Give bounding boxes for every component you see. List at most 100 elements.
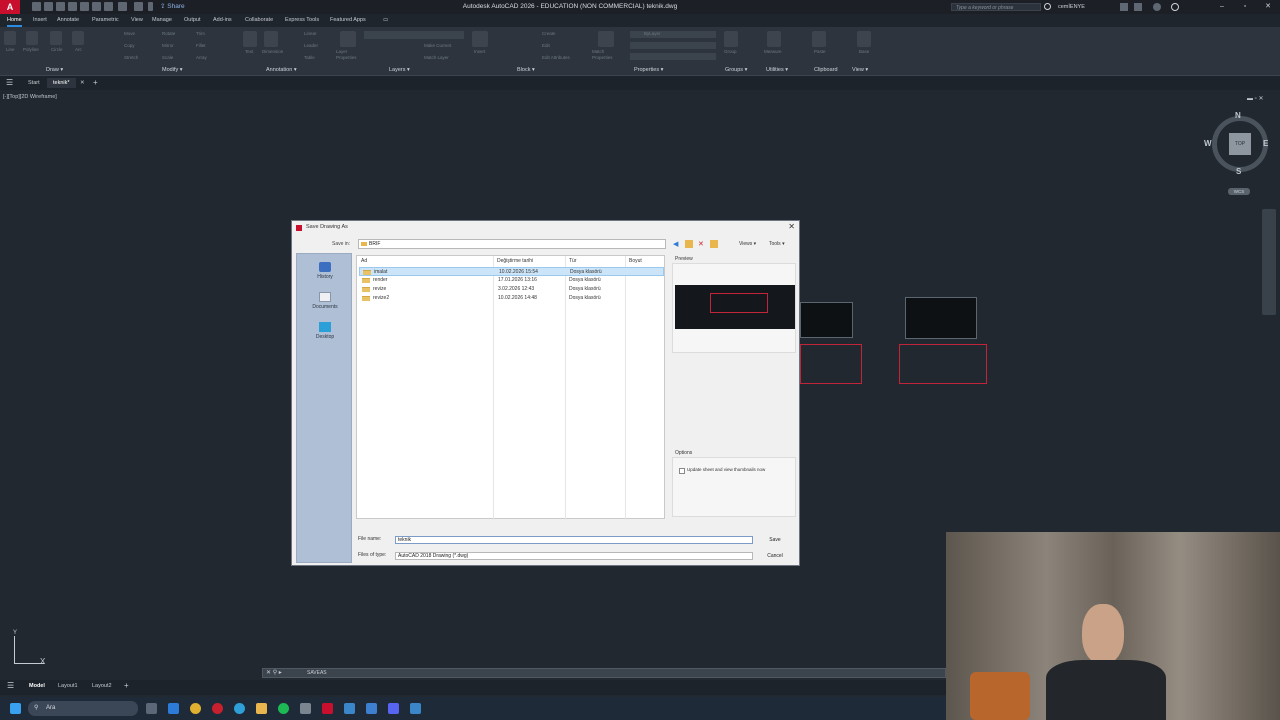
up-folder-icon[interactable]	[685, 240, 693, 248]
file-type-dropdown[interactable]: AutoCAD 2018 Drawing (*.dwg)	[395, 552, 753, 560]
add-layout-icon[interactable]: +	[124, 681, 129, 690]
new-tab-icon[interactable]: +	[93, 78, 98, 88]
mirror-button[interactable]: Mirror	[162, 43, 174, 49]
wcs-menu[interactable]: WCS	[1228, 188, 1250, 195]
autocad-taskbar-icon[interactable]	[322, 703, 333, 714]
app-icon[interactable]	[410, 703, 421, 714]
ribbon-options-icon[interactable]: ▭	[383, 14, 391, 27]
dialog-close-button[interactable]: ✕	[788, 222, 795, 231]
task-view-icon[interactable]	[146, 703, 157, 714]
place-history[interactable]: History	[297, 262, 353, 280]
save-in-dropdown[interactable]: BRIF	[358, 239, 666, 249]
place-documents[interactable]: Documents	[297, 292, 353, 310]
tab-featured-apps[interactable]: Featured Apps	[330, 14, 366, 27]
user-account[interactable]: cemİENYE	[1058, 0, 1085, 14]
panel-groups[interactable]: Groups ▾	[725, 66, 747, 74]
paste-icon[interactable]	[812, 31, 826, 47]
tab-home[interactable]: Home	[7, 14, 22, 27]
panel-draw[interactable]: Draw ▾	[46, 66, 63, 74]
autodesk-app-store-icon[interactable]	[1134, 3, 1142, 11]
copy-button[interactable]: Copy	[124, 43, 135, 49]
file-name-field[interactable]: teknik	[395, 536, 753, 544]
viewcube-north[interactable]: N	[1235, 111, 1241, 120]
arc-icon[interactable]	[72, 31, 84, 45]
tab-annotate[interactable]: Annotate	[57, 14, 79, 27]
close-tab-icon[interactable]: ✕	[80, 78, 85, 88]
vscode-icon[interactable]	[344, 703, 355, 714]
stretch-button[interactable]: Stretch	[124, 55, 138, 61]
list-item[interactable]: revize 3.02.2026 12:43 Dosya klasörü	[359, 285, 664, 294]
array-button[interactable]: Array	[196, 55, 207, 61]
group-icon[interactable]	[724, 31, 738, 47]
windows-start-icon[interactable]	[10, 703, 21, 714]
polyline-icon[interactable]	[26, 31, 38, 45]
panel-block[interactable]: Block ▾	[517, 66, 535, 74]
column-header-size[interactable]: Boyut	[629, 258, 642, 264]
undo-icon[interactable]	[118, 2, 127, 11]
file-list[interactable]: Ad Değiştirme tarihi Tür Boyut imalat 10…	[356, 255, 665, 520]
cart-icon[interactable]	[1120, 3, 1128, 11]
menu-icon[interactable]: ☰	[6, 78, 13, 88]
discord-icon[interactable]	[388, 703, 399, 714]
close-button[interactable]: ✕	[1256, 0, 1280, 14]
tab-insert[interactable]: Insert	[33, 14, 47, 27]
base-view-icon[interactable]	[857, 31, 871, 47]
redo-icon[interactable]	[134, 2, 143, 11]
trim-button[interactable]: Trim	[196, 31, 205, 37]
file-tab-teknik[interactable]: teknik*	[47, 78, 76, 88]
tab-express-tools[interactable]: Express Tools	[285, 14, 319, 27]
viewcube-top-face[interactable]: TOP	[1229, 133, 1251, 155]
panel-layers[interactable]: Layers ▾	[389, 66, 410, 74]
save-button[interactable]: Save	[758, 536, 792, 545]
open-icon[interactable]	[44, 2, 53, 11]
tab-model[interactable]: Model	[29, 683, 45, 689]
create-block-button[interactable]: Create	[542, 31, 556, 37]
list-item[interactable]: revize2 10.02.2026 14:48 Dosya klasörü	[359, 294, 664, 303]
edge-icon[interactable]	[168, 703, 179, 714]
viewcube-south[interactable]: S	[1236, 167, 1241, 176]
viewport-controls-label[interactable]: [-][Top][2D Wireframe]	[3, 94, 57, 100]
viewport-restore-icon[interactable]: ▬ ▫ ✕	[1247, 95, 1264, 102]
update-thumbnails-checkbox[interactable]	[679, 468, 685, 474]
leader-button[interactable]: Leader	[304, 43, 318, 49]
search-icon[interactable]	[1044, 3, 1051, 10]
tab-collaborate[interactable]: Collaborate	[245, 14, 273, 27]
linetype-dropdown[interactable]	[630, 42, 716, 49]
info-icon[interactable]	[1171, 3, 1179, 11]
lineweight-dropdown[interactable]	[630, 53, 716, 60]
viewcube-east[interactable]: E	[1263, 139, 1268, 148]
panel-utilities[interactable]: Utilities ▾	[766, 66, 788, 74]
tab-view[interactable]: View	[131, 14, 143, 27]
edit-block-button[interactable]: Edit	[542, 43, 550, 49]
tab-manage[interactable]: Manage	[152, 14, 172, 27]
chrome-icon[interactable]	[190, 703, 201, 714]
share-button[interactable]: ⇪ Share	[160, 2, 185, 12]
maximize-button[interactable]: ▫	[1233, 0, 1257, 14]
panel-clipboard[interactable]: Clipboard	[814, 66, 838, 74]
tools-menu[interactable]: Tools ▾	[769, 241, 785, 247]
tab-output[interactable]: Output	[184, 14, 201, 27]
command-line[interactable]: ✕ ⚲ ▸ SAVEAS	[262, 668, 946, 678]
table-button[interactable]: Table	[304, 55, 315, 61]
menu-icon[interactable]: ☰	[7, 681, 14, 690]
opera-icon[interactable]	[212, 703, 223, 714]
help-search-input[interactable]: Type a keyword or phrase	[951, 3, 1041, 11]
edit-attributes-button[interactable]: Edit Attributes	[542, 55, 570, 61]
circle-icon[interactable]	[50, 31, 62, 45]
new-icon[interactable]	[32, 2, 41, 11]
column-header-name[interactable]: Ad	[361, 258, 367, 264]
dimension-icon[interactable]	[264, 31, 278, 47]
match-properties-icon[interactable]	[598, 31, 614, 47]
move-button[interactable]: Move	[124, 31, 135, 37]
minimize-button[interactable]: –	[1210, 0, 1234, 14]
measure-icon[interactable]	[767, 31, 781, 47]
create-folder-icon[interactable]	[710, 240, 718, 248]
text-icon[interactable]	[243, 31, 257, 47]
tab-layout1[interactable]: Layout1	[58, 683, 78, 689]
scale-button[interactable]: Scale	[162, 55, 173, 61]
layer-properties-icon[interactable]	[340, 31, 356, 47]
tab-add-ins[interactable]: Add-ins	[213, 14, 232, 27]
open-web-icon[interactable]	[80, 2, 89, 11]
plot-icon[interactable]	[104, 2, 113, 11]
list-item[interactable]: imalat 10.02.2026 15:54 Dosya klasörü	[359, 267, 664, 276]
